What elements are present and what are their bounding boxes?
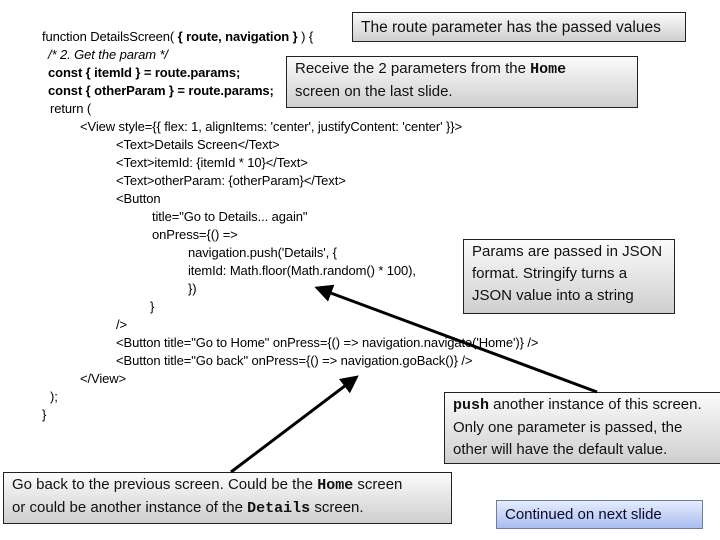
- callout-line: screen on the last slide.: [295, 83, 453, 100]
- code-text: function DetailsScreen(: [42, 29, 178, 44]
- code-line-8: <Text>itemId: {itemId * 10}</Text>: [116, 155, 308, 170]
- callout-text: The route parameter has the passed value…: [361, 19, 661, 36]
- callout-line: push another instance of this screen.: [453, 394, 720, 417]
- callout-line: Go back to the previous screen. Could be…: [12, 474, 443, 497]
- code-term-home: Home: [317, 477, 354, 494]
- code-term-details: Details: [247, 500, 311, 517]
- continued-label: Continued on next slide: [505, 506, 662, 523]
- code-line-2: /* 2. Get the param */: [48, 47, 168, 62]
- code-line-15: }): [188, 281, 197, 296]
- code-line-1: function DetailsScreen( { route, navigat…: [42, 28, 313, 46]
- callout-line: format. Stringify turns a: [472, 265, 628, 282]
- callout-line: Params are passed in JSON: [472, 243, 663, 260]
- callout-text: screen: [353, 476, 403, 493]
- callout-line: or could be another instance of the Deta…: [12, 497, 443, 520]
- code-line-14: itemId: Math.floor(Math.random() * 100),: [188, 263, 416, 278]
- code-line-21: );: [50, 389, 58, 404]
- code-line-16: }: [150, 299, 155, 314]
- callout-text: or could be another instance of the: [12, 499, 248, 516]
- callout-text: Receive the 2 parameters from the: [295, 60, 531, 77]
- code-line-3: const { itemId } = route.params;: [48, 65, 241, 80]
- code-line-22: }: [42, 407, 47, 422]
- code-line-9: <Text>otherParam: {otherParam}</Text>: [116, 173, 346, 188]
- callout-text: Go back to the previous screen. Could be…: [12, 476, 318, 493]
- callout-goback: Go back to the previous screen. Could be…: [3, 472, 452, 524]
- code-line-7: <Text>Details Screen</Text>: [116, 137, 280, 152]
- code-line-19: <Button title="Go back" onPress={() => n…: [116, 353, 473, 368]
- code-params: { route, navigation }: [177, 29, 298, 44]
- code-line-6: <View style={{ flex: 1, alignItems: 'cen…: [80, 119, 463, 134]
- callout-route-param: The route parameter has the passed value…: [352, 12, 686, 42]
- code-line-17: />: [116, 317, 128, 332]
- callout-json: Params are passed in JSON format. String…: [463, 239, 675, 314]
- code-line-10: <Button: [116, 191, 161, 206]
- code-line-20: </View>: [80, 371, 127, 386]
- callout-line: Only one parameter is passed, the: [453, 419, 683, 436]
- code-text: ) {: [297, 29, 314, 44]
- callout-line: Receive the 2 parameters from the Home: [295, 58, 629, 81]
- code-line-5: return (: [50, 101, 92, 116]
- code-line-13: navigation.push('Details', {: [188, 245, 337, 260]
- continued-button[interactable]: Continued on next slide: [496, 500, 703, 529]
- code-line-4: const { otherParam } = route.params;: [48, 83, 274, 98]
- code-line-12: onPress={() =>: [152, 227, 238, 242]
- code-term-push: push: [453, 397, 490, 414]
- code-line-11: title="Go to Details... again": [152, 209, 308, 224]
- callout-text: another instance of this screen.: [489, 396, 702, 413]
- callout-push: push another instance of this screen. On…: [444, 392, 720, 464]
- callout-text: screen.: [310, 499, 364, 516]
- code-line-18: <Button title="Go to Home" onPress={() =…: [116, 335, 539, 350]
- callout-line: other will have the default value.: [453, 441, 668, 458]
- callout-receive-params: Receive the 2 parameters from the Home s…: [286, 56, 638, 108]
- code-term-home: Home: [530, 61, 567, 78]
- callout-line: JSON value into a string: [472, 287, 634, 304]
